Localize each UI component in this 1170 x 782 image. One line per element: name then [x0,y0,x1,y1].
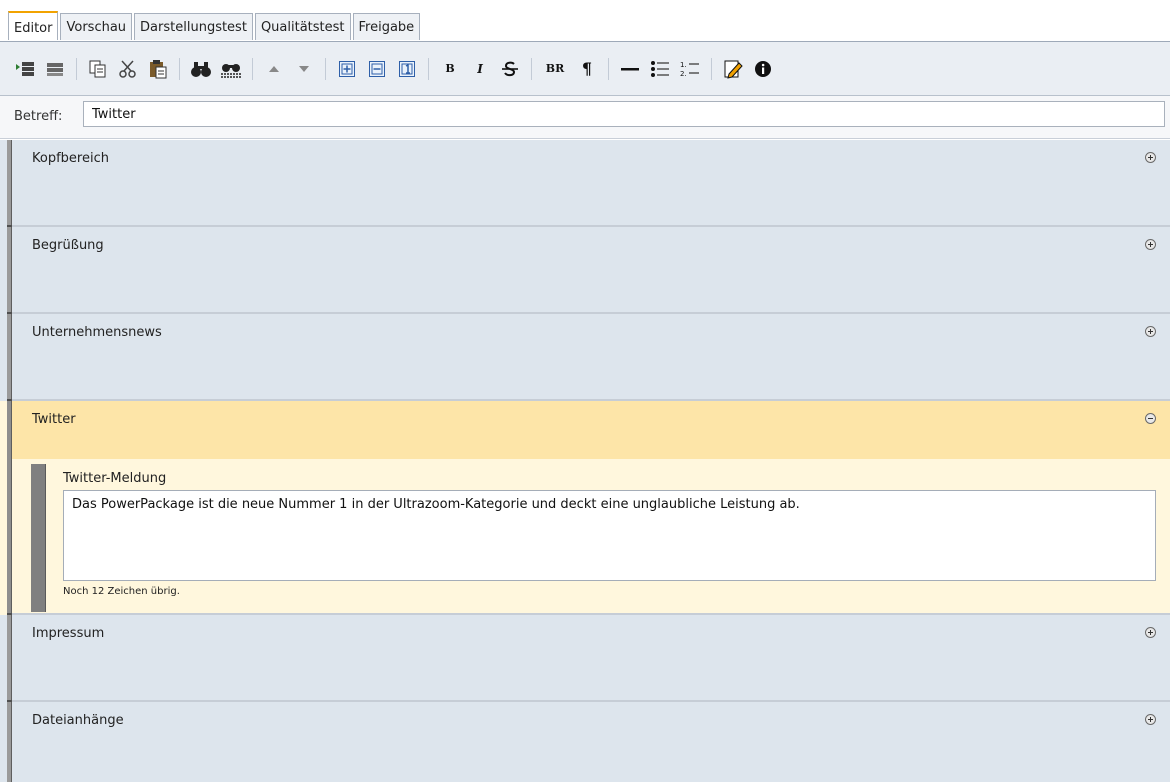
br-label: BR [545,62,565,75]
bold-label: B [445,62,455,75]
expand-all-icon[interactable] [336,58,358,80]
paste-icon[interactable] [147,58,169,80]
collapse-icon[interactable] [1145,413,1156,424]
twitter-message-textarea[interactable]: Das PowerPackage ist die neue Nummer 1 i… [63,490,1156,581]
section-title: Impressum [32,626,105,641]
toolbar-separator [531,57,532,80]
expand-icon[interactable] [1145,326,1156,337]
edit-source-icon[interactable] [722,58,744,80]
editor-toolbar: B I BR ¶ 1. 2. [0,42,1170,96]
character-count-hint: Noch 12 Zeichen übrig. [63,586,180,597]
horizontal-rule-icon[interactable] [619,58,641,80]
section-handle[interactable] [7,401,12,615]
section-title: Unternehmensnews [32,325,162,340]
numbered-box-icon[interactable] [396,58,418,80]
expand-icon[interactable] [1145,627,1156,638]
collapse-all-icon[interactable] [366,58,388,80]
section-title: Twitter [32,412,76,427]
tab-bar: Editor Vorschau Darstellungstest Qualitä… [0,0,1170,42]
bullet-list-icon[interactable] [649,58,671,80]
subject-input[interactable] [83,101,1165,127]
paragraph-icon[interactable]: ¶ [576,58,598,80]
info-icon[interactable] [752,58,774,80]
insert-section-icon[interactable] [14,58,36,80]
section-handle[interactable] [7,314,12,401]
section-dateianhaenge[interactable]: Dateianhänge [0,702,1170,782]
toolbar-separator [428,57,429,80]
section-title: Dateianhänge [32,713,124,728]
subject-label: Betreff: [14,109,63,124]
delete-section-icon[interactable] [44,58,66,80]
italic-label: I [477,61,483,76]
toolbar-separator [252,57,253,80]
strikethrough-icon[interactable] [499,58,521,80]
toolbar-separator [76,57,77,80]
bold-icon[interactable]: B [439,58,461,80]
subject-row: Betreff: [0,96,1170,139]
svg-text:1.: 1. [680,61,687,69]
tab-freigabe[interactable]: Freigabe [352,13,421,40]
svg-text:2.: 2. [680,70,687,78]
section-handle[interactable] [7,615,12,702]
section-twitter[interactable]: Twitter Twitter-Meldung Das PowerPackage… [0,401,1170,615]
expand-icon[interactable] [1145,714,1156,725]
toolbar-separator [179,57,180,80]
find-replace-icon[interactable] [220,58,242,80]
section-impressum[interactable]: Impressum [0,615,1170,702]
expand-icon[interactable] [1145,152,1156,163]
move-up-icon[interactable] [263,58,285,80]
toolbar-separator [711,57,712,80]
tab-vorschau[interactable]: Vorschau [60,13,133,40]
numbered-list-icon[interactable]: 1. 2. [679,58,701,80]
tab-editor[interactable]: Editor [8,11,59,40]
cut-icon[interactable] [117,58,139,80]
section-list: Kopfbereich Begrüßung Unternehmensnews T… [0,140,1170,782]
copy-icon[interactable] [87,58,109,80]
tab-darstellungstest[interactable]: Darstellungstest [134,13,253,40]
toolbar-separator [325,57,326,80]
section-unternehmensnews[interactable]: Unternehmensnews [0,314,1170,401]
toolbar-separator [608,57,609,80]
twitter-message-label: Twitter-Meldung [63,471,167,486]
expand-icon[interactable] [1145,239,1156,250]
field-handle[interactable] [31,464,46,612]
section-kopfbereich[interactable]: Kopfbereich [0,140,1170,227]
section-begruessung[interactable]: Begrüßung [0,227,1170,314]
line-break-icon[interactable]: BR [542,58,568,80]
section-handle[interactable] [7,140,12,227]
section-handle[interactable] [7,227,12,314]
section-title: Begrüßung [32,238,104,253]
section-title: Kopfbereich [32,151,109,166]
find-icon[interactable] [190,58,212,80]
italic-icon[interactable]: I [469,58,491,80]
section-header[interactable] [12,401,1170,459]
move-down-icon[interactable] [293,58,315,80]
section-handle[interactable] [7,702,12,782]
pilcrow-label: ¶ [581,59,593,78]
tab-list: Editor Vorschau Darstellungstest Qualitä… [8,11,422,40]
tab-qualitaetstest[interactable]: Qualitätstest [254,13,351,40]
